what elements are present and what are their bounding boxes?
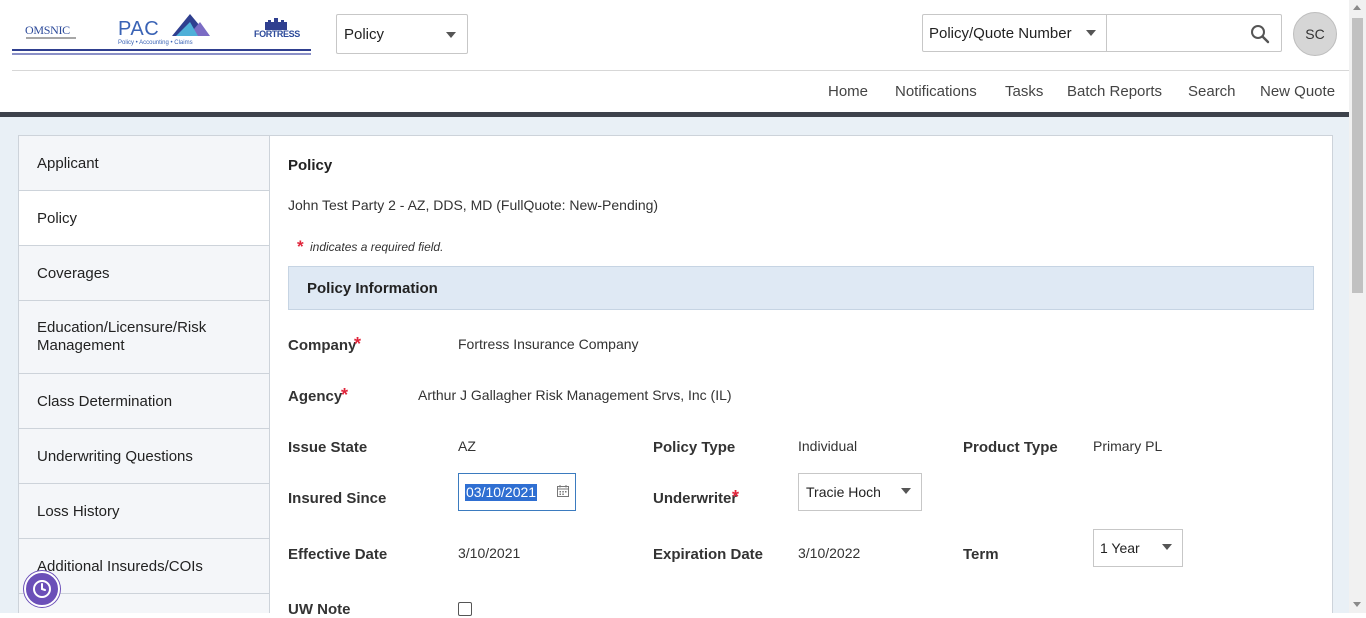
nav-notifications[interactable]: Notifications: [895, 83, 977, 103]
omsnic-logo: OMSNIC: [25, 23, 70, 37]
nav-search[interactable]: Search: [1188, 83, 1236, 103]
brand-logos[interactable]: OMSNIC PAC Policy • Accounting • Claims …: [12, 10, 311, 56]
sidebar-item-loss-history[interactable]: Loss History: [19, 484, 269, 539]
sidebar-item-policy[interactable]: Policy: [19, 191, 269, 246]
effective-date-label: Effective Date: [288, 546, 388, 563]
pac-logo-tagline: Policy • Accounting • Claims: [118, 40, 193, 46]
search-icon[interactable]: [1249, 23, 1271, 45]
insured-since-label: Insured Since: [288, 490, 387, 507]
sidebar-item-underwriting-questions[interactable]: Underwriting Questions: [19, 429, 269, 484]
search-group: Policy/Quote Number: [922, 14, 1282, 52]
logo-rule: [12, 53, 311, 55]
chevron-down-icon: [446, 32, 456, 38]
insured-since-date-input[interactable]: 03/10/2021: [458, 473, 576, 511]
sidebar-item-label: Policy: [37, 210, 78, 227]
required-note: indicates a required field.: [310, 240, 444, 254]
underwriter-select[interactable]: Tracie Hoch: [798, 473, 922, 511]
required-star: *: [297, 237, 304, 256]
uw-note-label: UW Note: [288, 601, 351, 618]
policy-type-value: Individual: [798, 438, 858, 454]
underwriter-required-star: *: [732, 487, 740, 507]
fortress-logo: FORTRESS: [254, 29, 300, 39]
sidebar-item-label: Coverages: [37, 265, 110, 282]
expiration-date-value: 3/10/2022: [798, 545, 861, 561]
effective-date-value: 3/10/2021: [458, 545, 521, 561]
chevron-down-icon: [1162, 544, 1172, 550]
agency-value: Arthur J Gallagher Risk Management Srvs,…: [418, 387, 732, 403]
help-button[interactable]: [24, 571, 60, 607]
logo-rule: [12, 49, 311, 51]
pac-logo: PAC: [118, 18, 160, 40]
sidebar-item-education-licensure[interactable]: Education/Licensure/Risk Management: [19, 301, 269, 374]
sidebar-item-label: Loss History: [37, 503, 120, 520]
policy-panel: Policy John Test Party 2 - AZ, DDS, MD (…: [270, 135, 1333, 618]
clock-help-icon: [33, 580, 51, 598]
company-label: Company: [288, 337, 357, 354]
sidebar-item-label: Applicant: [37, 155, 99, 172]
section-title: Policy Information: [307, 280, 438, 297]
sidebar-item-applicant[interactable]: Applicant: [19, 136, 269, 191]
chevron-down-icon: [901, 488, 911, 494]
omsnic-logo-tagline: [26, 37, 76, 39]
page-scrollbar[interactable]: [1349, 0, 1366, 613]
sidebar: Applicant Policy Coverages Education/Lic…: [18, 135, 270, 613]
header-divider: [12, 70, 1349, 71]
company-value: Fortress Insurance Company: [458, 336, 639, 352]
scrollbar-thumb[interactable]: [1352, 18, 1363, 293]
nav-batch-reports[interactable]: Batch Reports: [1067, 83, 1162, 103]
module-select[interactable]: Policy: [336, 14, 468, 54]
pac-mountain-icon: [172, 14, 210, 36]
uw-note-checkbox[interactable]: [458, 602, 472, 616]
sidebar-item-label: Class Determination: [37, 393, 173, 410]
policy-type-label: Policy Type: [653, 439, 736, 456]
scroll-up-arrow-icon[interactable]: [1353, 5, 1361, 10]
search-type-value: Policy/Quote Number: [929, 25, 1072, 42]
underwriter-value: Tracie Hoch: [806, 484, 881, 500]
product-type-label: Product Type: [963, 439, 1058, 456]
top-header: OMSNIC PAC Policy • Accounting • Claims …: [0, 0, 1349, 70]
calendar-icon[interactable]: [557, 485, 569, 497]
policy-subtitle: John Test Party 2 - AZ, DDS, MD (FullQuo…: [288, 197, 659, 213]
sidebar-item-coverages[interactable]: Coverages: [19, 246, 269, 301]
issue-state-label: Issue State: [288, 439, 368, 456]
company-required-star: *: [354, 334, 362, 354]
nav-tasks[interactable]: Tasks: [1005, 83, 1043, 103]
user-avatar[interactable]: SC: [1293, 12, 1337, 56]
section-header-policy-information: Policy Information: [288, 266, 1314, 310]
chevron-down-icon: [1086, 30, 1096, 36]
search-type-select[interactable]: Policy/Quote Number: [923, 15, 1107, 51]
agency-label: Agency: [288, 388, 343, 405]
term-label: Term: [963, 546, 999, 563]
issue-state-value: AZ: [458, 438, 476, 454]
page-title: Policy: [288, 157, 333, 174]
expiration-date-label: Expiration Date: [653, 546, 764, 563]
search-input[interactable]: [1108, 15, 1248, 51]
sidebar-item-label: Additional Insureds/COIs: [37, 558, 203, 575]
term-select[interactable]: 1 Year: [1093, 529, 1183, 567]
underwriter-label: Underwriter: [653, 490, 738, 507]
sidebar-item-label: Education/Licensure/Risk Management: [37, 319, 207, 354]
sidebar-item-label: Underwriting Questions: [37, 448, 193, 465]
module-select-value: Policy: [344, 26, 385, 43]
product-type-value: Primary PL: [1093, 438, 1163, 454]
sidebar-item-class-determination[interactable]: Class Determination: [19, 374, 269, 429]
agency-required-star: *: [341, 385, 349, 405]
term-value: 1 Year: [1100, 540, 1140, 556]
scroll-down-arrow-icon[interactable]: [1353, 602, 1361, 607]
nav-new-quote[interactable]: New Quote: [1260, 83, 1335, 103]
insured-since-value: 03/10/2021: [465, 484, 538, 501]
nav-home[interactable]: Home: [828, 83, 868, 103]
